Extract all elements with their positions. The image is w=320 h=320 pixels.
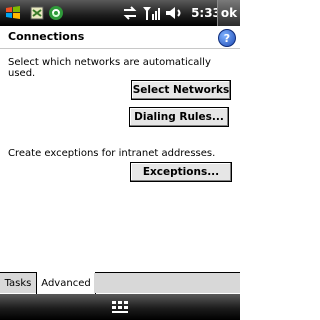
tab-tasks[interactable]: Tasks	[0, 273, 37, 293]
volume-icon[interactable]	[163, 0, 187, 26]
speaker-icon	[166, 7, 181, 19]
sync-icon[interactable]	[47, 0, 65, 26]
tab-strip: Tasks Advanced	[0, 272, 240, 295]
title-bar: Connections ?	[0, 26, 240, 49]
start-button[interactable]	[0, 0, 26, 26]
keyboard-button[interactable]	[110, 298, 130, 316]
bottom-bar	[0, 294, 240, 320]
windows-logo-icon	[6, 6, 20, 19]
calendar-notification-icon	[30, 6, 44, 20]
page-title: Connections	[8, 30, 85, 43]
ok-button[interactable]: ok	[217, 0, 240, 26]
notification-icon[interactable]	[28, 0, 46, 26]
data-arrows-icon	[123, 6, 137, 20]
dialing-rules-button[interactable]: Dialing Rules...	[129, 107, 229, 127]
keyboard-icon	[112, 301, 128, 313]
activesync-icon	[49, 6, 63, 20]
help-icon[interactable]: ?	[218, 29, 236, 47]
exceptions-button[interactable]: Exceptions...	[130, 162, 232, 182]
status-bar: 5:33 ok	[0, 0, 240, 26]
select-networks-button[interactable]: Select Networks	[131, 80, 231, 100]
intro-text: Select which networks are automatically …	[8, 57, 211, 79]
signal-icon[interactable]	[141, 0, 161, 26]
exceptions-text: Create exceptions for intranet addresses…	[8, 148, 216, 159]
tab-advanced[interactable]: Advanced	[36, 272, 96, 295]
connectivity-icon[interactable]	[121, 0, 139, 26]
signal-strength-icon	[143, 7, 160, 20]
tab-strip-background	[94, 273, 240, 293]
